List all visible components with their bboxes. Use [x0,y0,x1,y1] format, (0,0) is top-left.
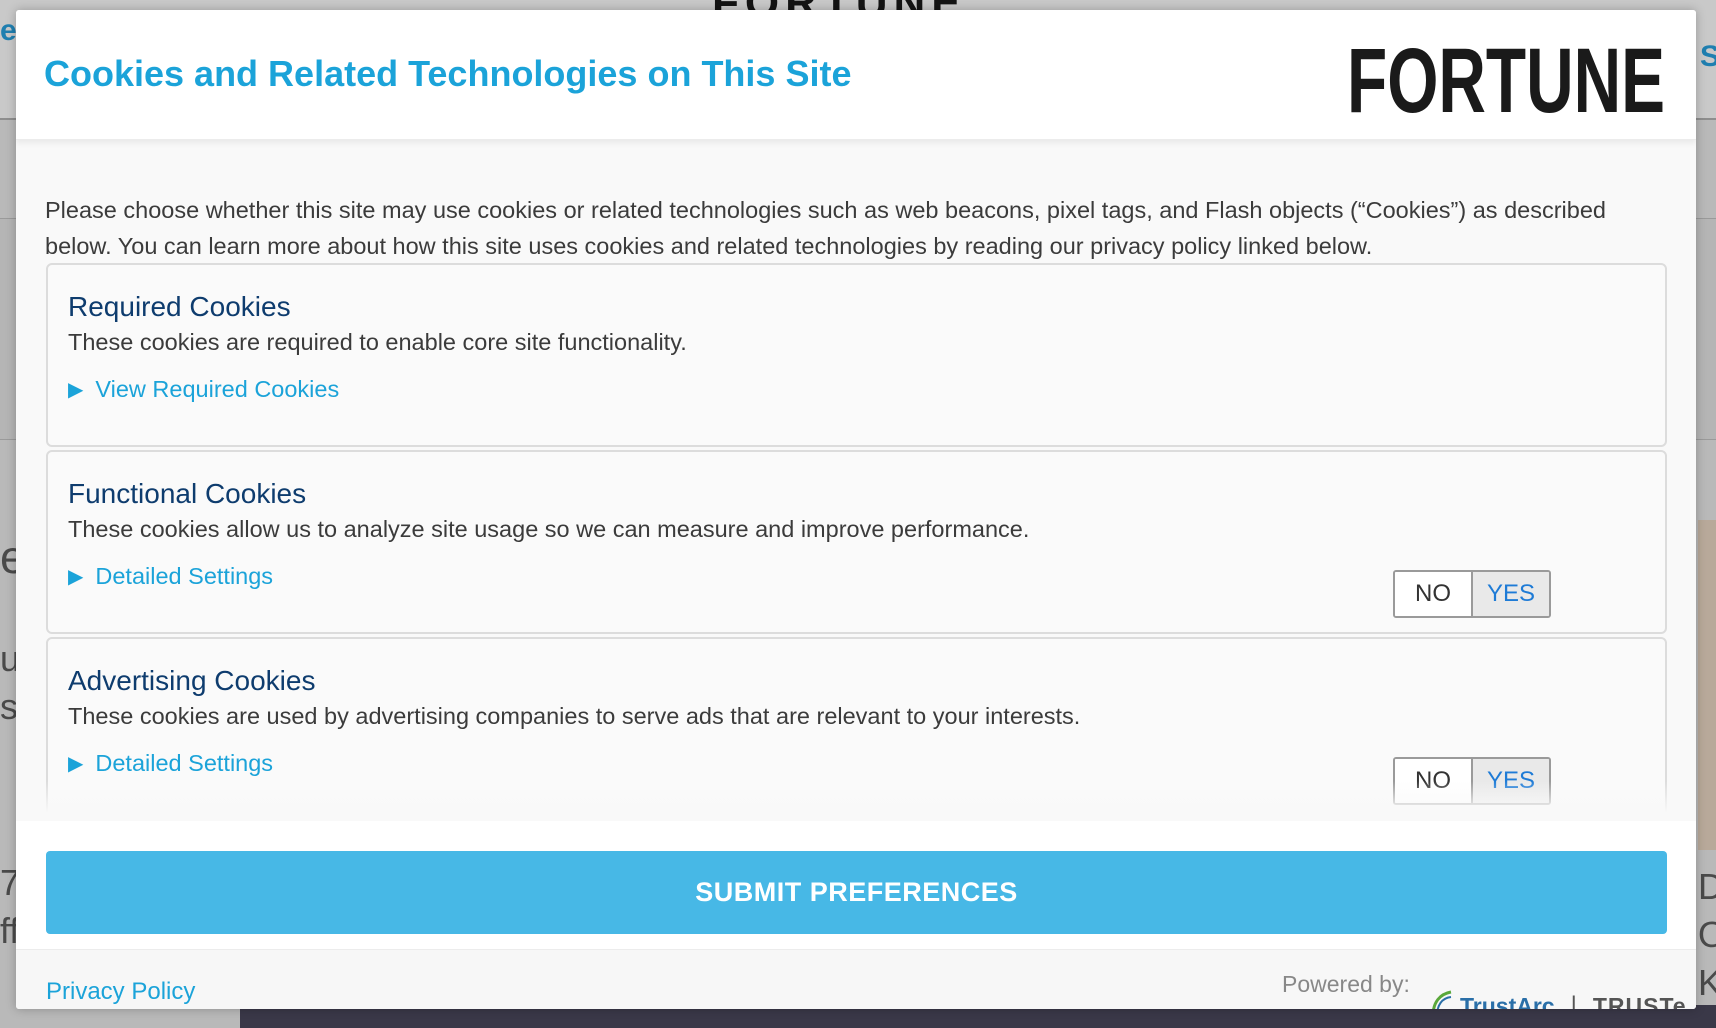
scroll-fade [16,781,1696,821]
section-description: These cookies allow us to analyze site u… [68,516,1030,542]
triangle-right-icon: ▶ [68,379,84,401]
trustarc-arc-icon [1430,990,1452,1009]
privacy-policy-link[interactable]: Privacy Policy [46,978,195,1006]
disclosure-label: Detailed Settings [95,563,274,589]
advertising-detailed-settings-link[interactable]: ▶ Detailed Settings [68,750,273,777]
functional-no-button[interactable]: NO [1395,572,1473,616]
background-image-strip [1698,520,1716,850]
section-description: These cookies are required to enable cor… [68,329,687,355]
required-cookies-section: Required Cookies These cookies are requi… [46,263,1667,447]
background-text-fragment: Su [1700,40,1716,73]
section-description: These cookies are used by advertising co… [68,703,1081,729]
section-heading: Required Cookies [68,291,291,322]
disclosure-label: View Required Cookies [95,376,340,402]
section-heading: Advertising Cookies [68,665,316,696]
truste-label: TRUSTe [1592,992,1687,1010]
trustarc-logo[interactable]: TrustArc | TRUSTe [1430,986,1687,1009]
submit-preferences-button[interactable]: SUBMIT PREFERENCES [46,851,1667,934]
fortune-logo: FORTUNE [1345,38,1667,122]
view-required-cookies-link[interactable]: ▶ View Required Cookies [68,376,339,403]
logo-separator: | [1570,992,1577,1009]
functional-detailed-settings-link[interactable]: ▶ Detailed Settings [68,563,273,590]
trustarc-label: TrustArc [1460,992,1555,1010]
dialog-header: Cookies and Related Technologies on This… [16,10,1696,140]
dialog-title: Cookies and Related Technologies on This… [44,53,852,94]
functional-yes-button[interactable]: YES [1473,572,1549,616]
dialog-body-scroll[interactable]: Please choose whether this site may use … [16,141,1696,821]
triangle-right-icon: ▶ [68,753,84,775]
dialog-footer: Privacy Policy Powered by: TrustArc | TR… [16,949,1696,1009]
fortune-logo-text: FORTUNE [1347,38,1665,122]
background-text-fragment: Op [1698,914,1716,955]
functional-cookies-toggle: NO YES [1393,570,1551,618]
functional-cookies-section: Functional Cookies These cookies allow u… [46,450,1667,634]
submit-area: SUBMIT PREFERENCES [16,821,1696,949]
disclosure-label: Detailed Settings [95,750,274,776]
intro-text: Please choose whether this site may use … [45,197,1606,259]
triangle-right-icon: ▶ [68,566,84,588]
powered-by-label: Powered by: [1282,971,1410,997]
cookie-consent-dialog: Cookies and Related Technologies on This… [16,10,1696,1009]
background-text-fragment: De [1698,866,1716,907]
background-text-fragment: K [1698,962,1716,1003]
section-heading: Functional Cookies [68,478,307,509]
